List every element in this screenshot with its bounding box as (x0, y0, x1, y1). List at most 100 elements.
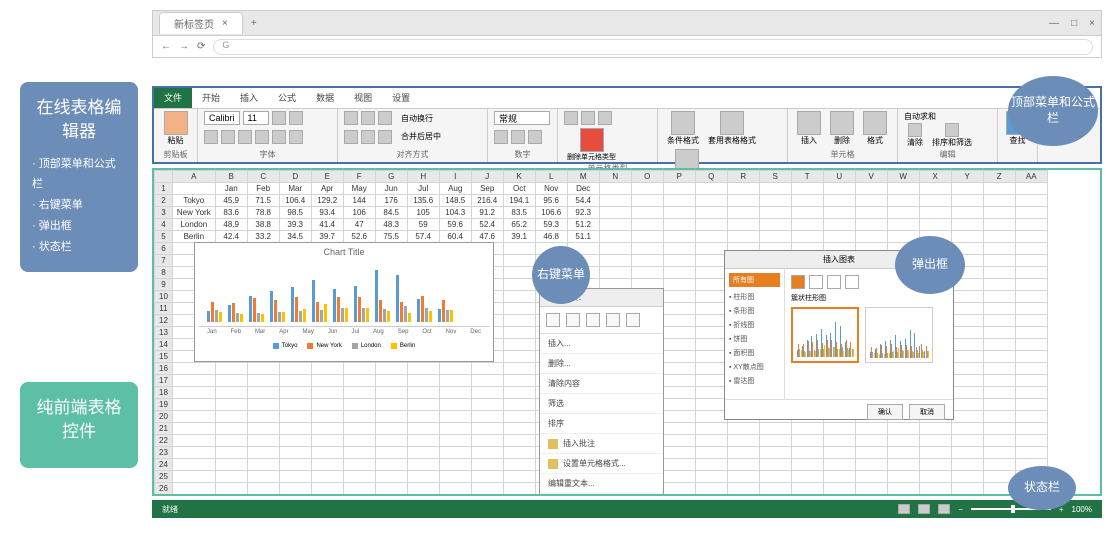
cell[interactable]: Jul (407, 183, 439, 195)
dialog-sidebar-item[interactable]: ▪ 折线图 (729, 318, 780, 332)
table-format-button[interactable]: 套用表格格式 (708, 111, 756, 146)
cell[interactable]: Tokyo (172, 195, 215, 207)
forward-icon[interactable]: → (179, 41, 189, 52)
cell[interactable] (727, 423, 759, 435)
cell[interactable] (471, 447, 503, 459)
fill-color-icon[interactable] (272, 130, 286, 144)
cell[interactable] (919, 447, 951, 459)
col-header[interactable]: C (247, 171, 279, 183)
italic-icon[interactable] (221, 130, 235, 144)
cell[interactable]: 48.3 (375, 219, 407, 231)
paste-option-icon-3[interactable] (586, 313, 600, 327)
cell[interactable] (983, 231, 1015, 243)
row-header[interactable]: 21 (155, 423, 173, 435)
cell[interactable] (439, 459, 471, 471)
cell[interactable] (503, 267, 535, 279)
cell[interactable] (407, 387, 439, 399)
autosum-button[interactable]: 自动求和 (904, 112, 936, 121)
cell[interactable]: 51.2 (567, 219, 599, 231)
cell[interactable] (855, 195, 887, 207)
cell[interactable] (983, 303, 1015, 315)
cell[interactable] (951, 447, 983, 459)
cell[interactable] (663, 363, 695, 375)
cell[interactable] (727, 459, 759, 471)
cell[interactable] (951, 459, 983, 471)
cell[interactable] (311, 435, 343, 447)
cell[interactable] (503, 363, 535, 375)
col-header[interactable]: E (311, 171, 343, 183)
cell[interactable] (887, 495, 919, 497)
cell[interactable] (855, 423, 887, 435)
embedded-chart[interactable]: Chart Title JanFebMarAprMayJunJulAugSepO… (194, 242, 494, 362)
cell[interactable] (343, 375, 375, 387)
cell[interactable] (791, 495, 823, 497)
cell[interactable] (663, 351, 695, 363)
cell[interactable]: 59.6 (439, 219, 471, 231)
cell[interactable] (759, 483, 791, 495)
col-header[interactable]: Y (951, 171, 983, 183)
cell[interactable] (663, 183, 695, 195)
row-header[interactable]: 16 (155, 363, 173, 375)
cell[interactable] (823, 483, 855, 495)
cell[interactable]: 75.5 (375, 231, 407, 243)
cell[interactable]: Jun (375, 183, 407, 195)
dialog-sidebar-item[interactable]: ▪ XY散点图 (729, 360, 780, 374)
cell[interactable] (599, 231, 631, 243)
cell[interactable] (695, 363, 727, 375)
cell[interactable] (791, 423, 823, 435)
row-header[interactable]: 14 (155, 339, 173, 351)
ribbon-tab-0[interactable]: 文件 (154, 88, 192, 108)
cell[interactable] (247, 387, 279, 399)
col-header[interactable]: J (471, 171, 503, 183)
cell[interactable] (311, 459, 343, 471)
cell[interactable] (887, 471, 919, 483)
zoom-out-icon[interactable]: − (958, 505, 963, 514)
cell[interactable] (663, 495, 695, 497)
cell[interactable] (791, 447, 823, 459)
cell[interactable] (983, 375, 1015, 387)
cell[interactable] (503, 435, 535, 447)
row-header[interactable]: 5 (155, 231, 173, 243)
cell[interactable] (823, 423, 855, 435)
cell[interactable] (247, 471, 279, 483)
cell[interactable] (343, 423, 375, 435)
cell[interactable] (172, 375, 215, 387)
cell[interactable] (951, 231, 983, 243)
cell[interactable] (983, 279, 1015, 291)
col-header[interactable]: Z (983, 171, 1015, 183)
cell[interactable] (791, 195, 823, 207)
cell[interactable] (471, 495, 503, 497)
cell[interactable] (407, 399, 439, 411)
ribbon-tab-1[interactable]: 开始 (192, 88, 230, 108)
cell[interactable] (983, 207, 1015, 219)
cell[interactable] (663, 447, 695, 459)
number-format-select[interactable]: 常规 (494, 111, 550, 125)
cell[interactable] (919, 195, 951, 207)
celltype-icon-2[interactable] (581, 111, 595, 125)
cell[interactable] (279, 375, 311, 387)
cell[interactable] (215, 459, 247, 471)
align-right-icon[interactable] (378, 130, 392, 144)
cell[interactable] (663, 195, 695, 207)
col-header[interactable]: N (599, 171, 631, 183)
underline-icon[interactable] (238, 130, 252, 144)
cell[interactable] (407, 375, 439, 387)
cell[interactable] (503, 387, 535, 399)
cell[interactable] (983, 351, 1015, 363)
address-input[interactable]: G (213, 39, 1093, 55)
cell[interactable] (727, 183, 759, 195)
cell[interactable] (503, 315, 535, 327)
cell[interactable] (663, 231, 695, 243)
cell[interactable] (503, 375, 535, 387)
cell[interactable] (599, 195, 631, 207)
cell[interactable] (599, 219, 631, 231)
cell[interactable] (919, 459, 951, 471)
cell[interactable] (887, 195, 919, 207)
cell[interactable] (599, 183, 631, 195)
cell[interactable] (663, 483, 695, 495)
cell[interactable]: 34.5 (279, 231, 311, 243)
ribbon-tab-5[interactable]: 视图 (344, 88, 382, 108)
context-menu-item[interactable]: 编辑重文本... (540, 474, 663, 494)
cell[interactable] (887, 435, 919, 447)
cell[interactable] (983, 411, 1015, 423)
